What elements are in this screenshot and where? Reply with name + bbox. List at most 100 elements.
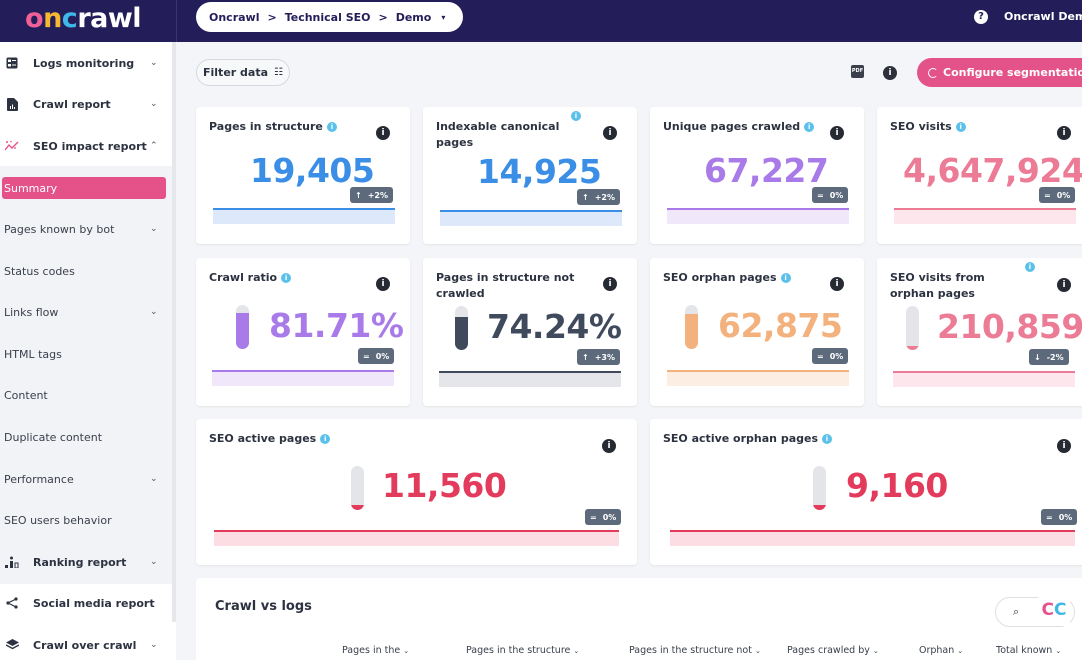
column-header[interactable]: Pages in the structure ⌄ bbox=[466, 645, 579, 656]
metric-card[interactable]: Crawl ratio i i 81.71% = 0% bbox=[196, 258, 410, 406]
metric-title-text: Unique pages crawled bbox=[663, 120, 801, 133]
metric-card[interactable]: Unique pages crawled i i 67,227 = 0% bbox=[650, 107, 864, 244]
help-icon[interactable]: ? bbox=[974, 10, 988, 24]
sidebar-item-ranking-report[interactable]: Ranking report ⌄ bbox=[0, 548, 172, 576]
sidebar-item-crawl-over-crawl[interactable]: Crawl over crawl ⌄ bbox=[0, 631, 172, 659]
metric-card[interactable]: SEO active pages i i 11,560 = 0% bbox=[196, 419, 637, 565]
sidebar-subitem-performance[interactable]: Performance ⌄ bbox=[0, 468, 172, 490]
configure-segmentation-button[interactable]: Configure segmentation bbox=[917, 58, 1082, 87]
sidebar-subitem-label: Pages known by bot bbox=[4, 222, 115, 236]
info-icon[interactable]: i bbox=[1057, 278, 1071, 292]
breadcrumb-item-workspace[interactable]: Oncrawl bbox=[209, 11, 259, 24]
column-header[interactable]: Total known ⌄ bbox=[996, 645, 1061, 656]
sidebar-subitem-html-tags[interactable]: HTML tags bbox=[0, 343, 172, 365]
sparkline bbox=[670, 530, 1075, 546]
tooltip-info-icon[interactable]: i bbox=[326, 122, 337, 132]
sidebar-item-seo-impact-report[interactable]: SEO impact report ⌃ bbox=[0, 132, 172, 160]
tooltip-info-icon[interactable]: i bbox=[804, 122, 815, 132]
delta-value: +3% bbox=[594, 352, 615, 362]
gauge-bar bbox=[455, 306, 468, 350]
sidebar-item-crawl-report[interactable]: Crawl report ⌄ bbox=[0, 90, 172, 118]
column-header[interactable]: Pages in the ⌄ bbox=[342, 645, 409, 656]
sidebar-item-label: Ranking report bbox=[33, 555, 127, 569]
info-icon[interactable]: i bbox=[603, 126, 617, 140]
breadcrumb-item-project[interactable]: Technical SEO bbox=[285, 11, 371, 24]
sidebar-subitem-duplicate-content[interactable]: Duplicate content bbox=[0, 426, 172, 448]
tooltip-info-icon[interactable]: i bbox=[780, 273, 791, 283]
trend-icon: = bbox=[363, 351, 370, 361]
delta-badge: ↓ -2% bbox=[1029, 349, 1069, 365]
sidebar-scrollbar[interactable] bbox=[172, 42, 176, 622]
delta-value: 0% bbox=[602, 512, 617, 522]
chevron-down-icon: ⌄ bbox=[150, 474, 158, 484]
metric-title: Pages in structure not crawled bbox=[436, 270, 576, 302]
tooltip-info-icon[interactable]: i bbox=[281, 273, 292, 283]
column-header-label: Pages in the bbox=[342, 645, 401, 656]
divider bbox=[176, 0, 177, 42]
delta-badge: = 0% bbox=[358, 348, 395, 364]
layers-icon bbox=[5, 638, 19, 652]
metric-card[interactable]: SEO orphan pages i i 62,875 = 0% bbox=[650, 258, 864, 406]
sidebar-subitem-links-flow[interactable]: Links flow ⌄ bbox=[0, 301, 172, 323]
delta-badge: ↑ +2% bbox=[350, 187, 393, 203]
report-file-icon bbox=[5, 97, 19, 111]
sparkline bbox=[667, 370, 849, 386]
sidebar-subitem-summary[interactable]: Summary bbox=[2, 177, 166, 199]
info-icon[interactable]: i bbox=[830, 126, 844, 140]
metric-title-text: Crawl ratio bbox=[209, 271, 278, 284]
tooltip-info-icon[interactable]: i bbox=[955, 122, 966, 132]
sidebar-subitem-content[interactable]: Content bbox=[0, 384, 172, 406]
breadcrumb[interactable]: Oncrawl > Technical SEO > Demo ▾ bbox=[196, 2, 464, 32]
metric-card[interactable]: SEO visits i i 4,647,924 = 0% bbox=[877, 107, 1082, 244]
metric-card[interactable]: Pages in structure not crawled i 74.24% ↑ +3… bbox=[423, 258, 637, 406]
sidebar-subitem-status-codes[interactable]: Status codes bbox=[0, 260, 172, 282]
sidebar-item-social-media-report[interactable]: Social media report bbox=[0, 589, 172, 617]
info-icon[interactable]: i bbox=[883, 66, 897, 80]
column-header[interactable]: Orphan ⌄ bbox=[919, 645, 963, 656]
metric-title-text: SEO visits from orphan pages bbox=[890, 271, 985, 300]
metric-card[interactable]: SEO active orphan pages i i 9,160 = 0% bbox=[650, 419, 1082, 565]
info-icon[interactable]: i bbox=[376, 126, 390, 140]
info-icon[interactable]: i bbox=[1057, 126, 1071, 140]
user-menu[interactable]: Oncrawl Demo bbox=[1004, 10, 1082, 23]
info-icon[interactable]: i bbox=[830, 277, 844, 291]
oncrawl-logo[interactable]: oncrawl bbox=[25, 3, 142, 34]
sidebar-subitem-pages-known-by-bot[interactable]: Pages known by bot ⌄ bbox=[0, 218, 172, 240]
delta-value: 0% bbox=[829, 351, 844, 361]
metric-card[interactable]: i Indexable canonical pages i 14,925 ↑ +2% bbox=[423, 107, 637, 244]
logo-o: o bbox=[25, 3, 44, 34]
info-icon[interactable]: i bbox=[1057, 439, 1071, 453]
sidebar-subitem-label: Performance bbox=[4, 472, 74, 486]
chevron-down-icon: ⌄ bbox=[150, 640, 158, 650]
tooltip-info-icon[interactable]: i bbox=[320, 434, 331, 444]
sidebar-subitem-seo-users-behavior[interactable]: SEO users behavior bbox=[0, 509, 172, 531]
metric-card[interactable]: Pages in structure i i 19,405 ↑ +2% bbox=[196, 107, 410, 244]
metric-value: 81.71% bbox=[269, 306, 404, 345]
crawl-vs-logs-title: Crawl vs logs bbox=[215, 599, 312, 614]
info-icon[interactable]: i bbox=[376, 277, 390, 291]
breadcrumb-separator: > bbox=[378, 10, 388, 24]
segmentation-icon bbox=[928, 67, 938, 78]
column-header-label: Total known bbox=[996, 645, 1053, 656]
info-icon[interactable]: i bbox=[602, 439, 616, 453]
trend-icon: ↓ bbox=[1034, 352, 1041, 362]
sidebar-subitem-label: Content bbox=[4, 388, 48, 402]
metric-title: Indexable canonical pages bbox=[436, 119, 576, 151]
oncrawl-assistant-icon[interactable]: CC bbox=[1038, 594, 1070, 626]
metric-title: Crawl ratio i bbox=[209, 270, 399, 286]
metric-card[interactable]: i SEO visits from orphan pages i 210,859 ↓ -2… bbox=[877, 258, 1082, 406]
column-header[interactable]: Pages crawled by ⌄ bbox=[787, 645, 879, 656]
metric-title: SEO active orphan pages i bbox=[663, 431, 853, 447]
sidebar-item-logs-monitoring[interactable]: Logs monitoring ⌄ bbox=[0, 49, 172, 77]
caret-down-icon[interactable]: ▾ bbox=[441, 13, 445, 22]
info-icon[interactable]: i bbox=[603, 277, 617, 291]
filter-data-button[interactable]: Filter data ☷ bbox=[196, 59, 290, 86]
top-bar: oncrawl Oncrawl > Technical SEO > Demo ▾… bbox=[0, 0, 1082, 42]
metric-value: 9,160 bbox=[846, 466, 948, 505]
pdf-export-icon[interactable]: PDF bbox=[851, 65, 864, 78]
gauge-fill bbox=[685, 313, 698, 349]
tooltip-info-icon[interactable]: i bbox=[822, 434, 832, 444]
gauge-bar bbox=[813, 466, 826, 510]
column-header[interactable]: Pages in the structure not ⌄ bbox=[629, 645, 761, 656]
breadcrumb-item-crawl[interactable]: Demo bbox=[396, 11, 432, 24]
